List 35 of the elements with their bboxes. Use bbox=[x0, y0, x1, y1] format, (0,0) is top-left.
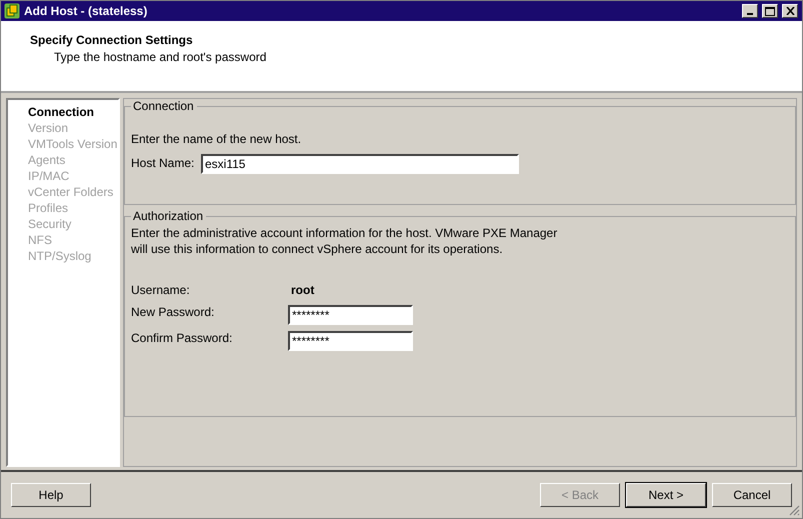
new-password-field[interactable]: ******** bbox=[288, 305, 413, 325]
group-title: Connection bbox=[132, 99, 195, 113]
instruction-text: Enter the name of the new host. bbox=[131, 132, 302, 146]
step-item[interactable]: IP/MAC bbox=[28, 168, 118, 184]
step-item[interactable]: NFS bbox=[28, 232, 118, 248]
field-label: Confirm Password: bbox=[131, 331, 234, 345]
confirm-password-field[interactable]: ******** bbox=[288, 331, 413, 351]
step-item[interactable]: VMTools Version bbox=[28, 136, 118, 152]
next-button[interactable]: Next > bbox=[626, 483, 706, 507]
maximize-button[interactable] bbox=[762, 4, 778, 18]
step-item[interactable]: Version bbox=[28, 120, 118, 136]
field-label: Host Name: bbox=[131, 156, 196, 170]
close-button[interactable] bbox=[782, 4, 798, 18]
group-title: Authorization bbox=[132, 209, 204, 223]
step-item[interactable]: Agents bbox=[28, 152, 118, 168]
field-label: Username: bbox=[131, 283, 191, 297]
instruction-text: Enter the administrative account information for the host. VMware PXE Manager will use this information to connect vSphere account for its operations. bbox=[131, 225, 558, 257]
step-item[interactable]: NTP/Syslog bbox=[28, 248, 118, 264]
field-label: New Password: bbox=[131, 305, 216, 319]
resize-grip-icon[interactable] bbox=[789, 505, 800, 516]
host-name-field[interactable]: esxi115 bbox=[201, 154, 519, 174]
page-subtitle: Type the hostname and root's password bbox=[54, 50, 268, 64]
close-icon bbox=[786, 7, 794, 15]
step-item[interactable]: Security bbox=[28, 216, 118, 232]
help-button[interactable]: Help bbox=[11, 483, 91, 507]
step-item[interactable]: Connection bbox=[28, 104, 118, 120]
step-item[interactable]: Profiles bbox=[28, 200, 118, 216]
username-value: root bbox=[291, 283, 314, 297]
app-logo-icon bbox=[4, 3, 20, 19]
window-title: Add Host - (stateless) bbox=[24, 4, 148, 18]
page-title: Specify Connection Settings bbox=[30, 33, 194, 47]
step-item[interactable]: vCenter Folders bbox=[28, 184, 118, 200]
minimize-button[interactable] bbox=[742, 4, 758, 18]
cancel-button[interactable]: Cancel bbox=[712, 483, 792, 507]
maximize-icon bbox=[765, 6, 775, 16]
